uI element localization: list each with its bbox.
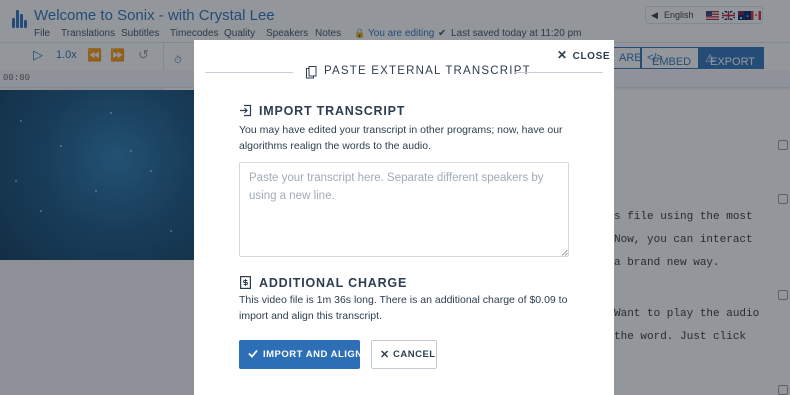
transcript-textarea[interactable]: [239, 162, 569, 257]
resize-grip-icon[interactable]: [561, 249, 568, 256]
divider: [515, 72, 603, 73]
modal-header: PASTE EXTERNAL TRANSCRIPT: [205, 63, 603, 81]
divider: [205, 72, 293, 73]
close-icon: ✕: [557, 48, 568, 62]
close-label: CLOSE: [572, 51, 611, 62]
import-heading: IMPORT TRANSCRIPT: [259, 104, 406, 118]
charge-heading: ADDITIONAL CHARGE: [259, 276, 408, 290]
modal-title: PASTE EXTERNAL TRANSCRIPT: [324, 65, 531, 77]
charge-description: This video file is 1m 36s long. There is…: [239, 294, 568, 322]
import-button-label: IMPORT AND ALIGN: [263, 349, 363, 360]
cancel-button-label: CANCEL: [393, 349, 436, 360]
cancel-button[interactable]: ✕ CANCEL: [371, 340, 437, 369]
copy-icon: [306, 66, 317, 79]
close-icon: ✕: [380, 349, 390, 361]
check-icon: [248, 349, 258, 358]
receipt-icon: [240, 276, 251, 289]
import-and-align-button[interactable]: IMPORT AND ALIGN: [239, 340, 363, 369]
import-icon: [240, 104, 252, 117]
import-description: You may have edited your transcript in o…: [239, 124, 563, 152]
close-button[interactable]: ✕ CLOSE: [557, 48, 610, 62]
